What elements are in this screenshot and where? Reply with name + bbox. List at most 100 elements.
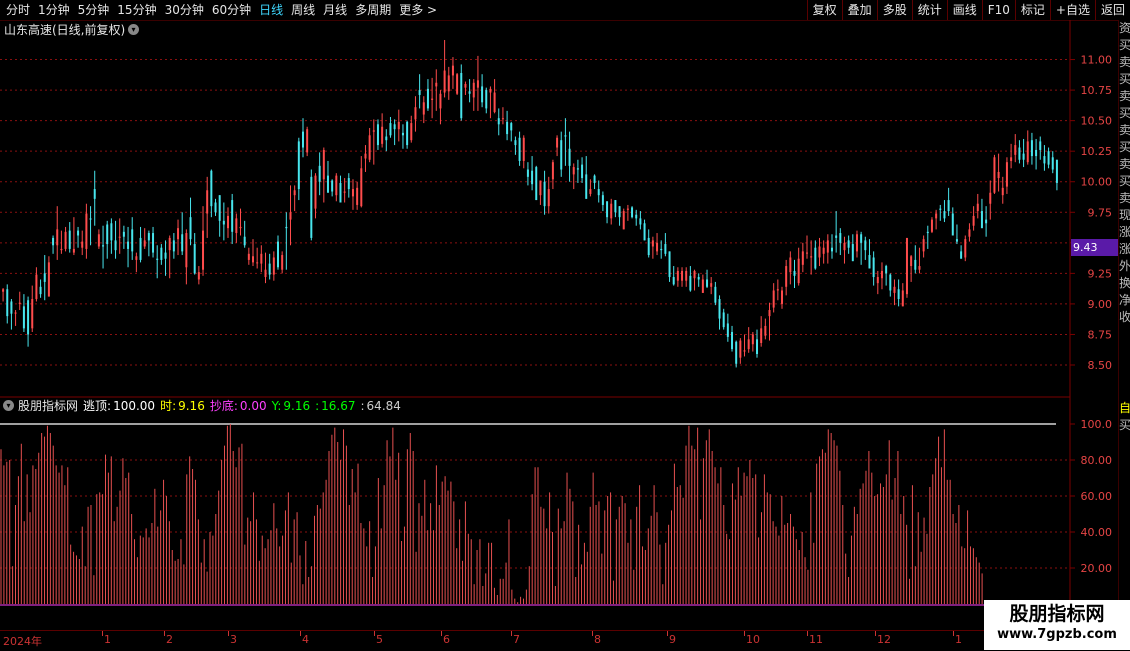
candle-body (918, 266, 921, 270)
tab-period-8[interactable]: 月线 (319, 0, 351, 20)
chevron-down-icon[interactable]: ▾ (3, 399, 14, 411)
indicator-label: 抄底: (209, 398, 238, 413)
candle-body (768, 310, 771, 317)
candle-body (276, 241, 279, 268)
candle-body (1026, 141, 1029, 163)
candle-body (947, 200, 950, 212)
candle-body (285, 226, 288, 229)
candle (839, 228, 842, 256)
candle (872, 251, 875, 286)
candle (905, 237, 908, 298)
toolbar-button-7[interactable]: +自选 (1049, 0, 1095, 20)
candle (726, 313, 729, 342)
candle-body (564, 135, 567, 137)
candle (289, 185, 292, 246)
candle-body (410, 123, 413, 141)
candle (1039, 136, 1042, 160)
indicator-tick-label: 100.0 (1081, 418, 1113, 431)
candle-body (351, 189, 354, 197)
indicator-tick-label: 60.00 (1081, 490, 1113, 503)
candle (27, 296, 30, 347)
date-tick (102, 631, 103, 636)
candle-body (418, 90, 421, 95)
candle-body (193, 244, 196, 274)
candle-body (506, 121, 509, 135)
candle-body (668, 251, 671, 278)
tab-period-7[interactable]: 周线 (287, 0, 319, 20)
candle-body (614, 200, 617, 213)
candle-body (22, 306, 25, 329)
tab-period-2[interactable]: 5分钟 (74, 0, 114, 20)
tab-period-6[interactable]: 日线 (255, 0, 287, 20)
toolbar-button-1[interactable]: 叠加 (841, 0, 877, 20)
toolbar-button-5[interactable]: F10 (981, 0, 1015, 20)
candle-body (864, 240, 867, 251)
candle-body (535, 167, 538, 201)
candle-body (601, 195, 604, 205)
date-axis: 2024年 1 2 3 4 5 6 7 8 9 10 11 12 1 (0, 630, 984, 651)
chevron-down-icon[interactable]: ▾ (128, 24, 139, 35)
tab-period-9[interactable]: 多周期 (351, 0, 395, 20)
toolbar-button-8[interactable]: 返回 (1094, 0, 1130, 20)
candle-body (1055, 159, 1058, 183)
candle (43, 255, 46, 301)
date-tick-label: 1 (104, 633, 111, 646)
candle-body (393, 124, 396, 130)
candle-body (1039, 141, 1042, 150)
candle (1001, 176, 1004, 204)
toolbar-button-0[interactable]: 复权 (806, 0, 842, 20)
candle-body (168, 237, 171, 251)
candle (880, 262, 883, 290)
candle (381, 113, 384, 148)
candle (980, 198, 983, 229)
candle-body (447, 75, 450, 92)
candle-body (897, 289, 900, 300)
candle (564, 118, 567, 166)
candle (743, 334, 746, 357)
tab-period-5[interactable]: 60分钟 (208, 0, 255, 20)
candle-body (1030, 140, 1033, 157)
candle-body (131, 229, 134, 252)
candle (868, 239, 871, 269)
candle (535, 165, 538, 201)
toolbar-button-2[interactable]: 多股 (876, 0, 912, 20)
candle (681, 267, 684, 287)
candle (731, 325, 734, 352)
candle-body (539, 180, 542, 196)
candle (585, 156, 588, 199)
candle-body (526, 169, 529, 177)
candle-body (222, 220, 225, 225)
date-tick (667, 631, 668, 636)
date-tick (875, 631, 876, 636)
indicator-label: 时: (160, 398, 177, 413)
tab-period-3[interactable]: 15分钟 (113, 0, 160, 20)
candle-body (656, 242, 659, 252)
candle (522, 135, 525, 169)
tab-period-10[interactable]: 更多 > (395, 0, 441, 20)
tab-period-0[interactable]: 分时 (2, 0, 34, 20)
candle (518, 131, 521, 166)
candle-body (422, 102, 425, 115)
candle-body (135, 256, 138, 260)
candle (1014, 134, 1017, 163)
date-tick-label: 5 (376, 633, 383, 646)
candle-body (993, 157, 996, 193)
candle (968, 223, 971, 242)
toolbar-button-3[interactable]: 统计 (911, 0, 947, 20)
date-tick-label: 7 (513, 633, 520, 646)
candle-body (660, 248, 663, 251)
toolbar-button-4[interactable]: 画线 (946, 0, 982, 20)
candle-body (406, 121, 409, 146)
candle-body (943, 211, 946, 219)
indicator-legend: ▾ 股朋指标网 逃顶: 100.00 时: 9.16 抄底: 0.00 Y: 9.16:16.… (0, 397, 406, 413)
toolbar-button-6[interactable]: 标记 (1014, 0, 1050, 20)
indicator-label: 逃顶: (83, 398, 112, 413)
tab-period-1[interactable]: 1分钟 (34, 0, 74, 20)
candle-body (805, 252, 808, 254)
tab-period-4[interactable]: 30分钟 (161, 0, 208, 20)
candle (789, 251, 792, 285)
candle-body (926, 231, 929, 234)
candle (177, 219, 180, 256)
candle (643, 219, 646, 241)
candle (893, 279, 896, 306)
